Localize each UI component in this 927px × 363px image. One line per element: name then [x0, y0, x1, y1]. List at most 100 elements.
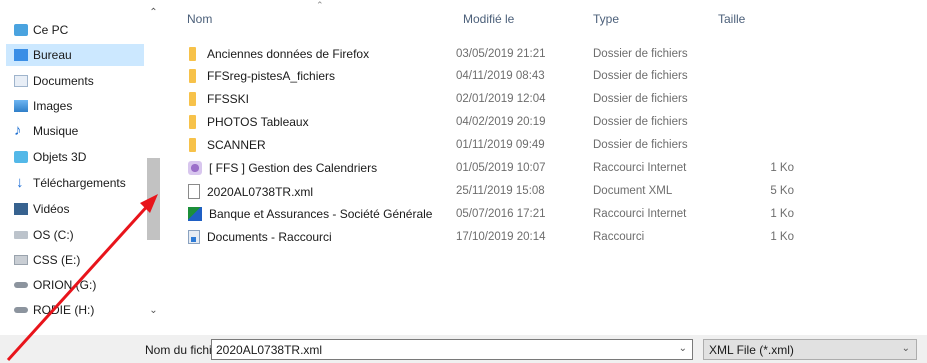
file-row[interactable]: SCANNER 01/11/2019 09:49 Dossier de fich… — [180, 135, 800, 157]
shortcut-icon — [188, 230, 200, 244]
nav-item-orion-g[interactable]: ORION (G:) — [6, 274, 144, 296]
filename-bar: Nom du fichier : 2020AL0738TR.xml ⌄ XML … — [0, 335, 927, 363]
file-row[interactable]: Banque et Assurances - Société Générale … — [180, 204, 800, 226]
downloads-icon — [14, 174, 28, 191]
file-name: [ FFS ] Gestion des Calendriers — [209, 161, 378, 175]
file-modified: 05/07/2016 17:21 — [456, 208, 546, 220]
nav-item-objets-3d[interactable]: Objets 3D — [6, 146, 144, 168]
file-row[interactable]: PHOTOS Tableaux 04/02/2019 20:19 Dossier… — [180, 112, 800, 134]
nav-item-label: Vidéos — [33, 202, 70, 216]
column-header-type[interactable]: Type — [593, 12, 619, 26]
bank-shortcut-icon — [188, 207, 202, 221]
file-type: Raccourci Internet — [593, 162, 687, 174]
file-modified: 02/01/2019 12:04 — [456, 93, 546, 105]
column-header-modified[interactable]: Modifié le — [463, 12, 514, 26]
nav-item-os-c[interactable]: OS (C:) — [6, 224, 144, 246]
file-name: FFSSKI — [207, 92, 250, 106]
nav-item-label: Bureau — [33, 48, 72, 62]
file-name: Banque et Assurances - Société Générale — [209, 207, 433, 221]
file-modified: 03/05/2019 21:21 — [456, 48, 546, 60]
nav-item-label: ORION (G:) — [33, 278, 97, 292]
pictures-icon — [14, 100, 28, 112]
navigation-pane: Ce PC Bureau Documents Images Musique Ob… — [0, 0, 163, 335]
file-type: Dossier de fichiers — [593, 70, 688, 82]
videos-icon — [14, 203, 28, 215]
file-row[interactable]: FFSSKI 02/01/2019 12:04 Dossier de fichi… — [180, 89, 800, 111]
file-modified: 04/02/2019 20:19 — [456, 116, 546, 128]
file-type: Document XML — [593, 185, 673, 197]
file-row[interactable]: Documents - Raccourci 17/10/2019 20:14 R… — [180, 227, 800, 249]
file-modified: 25/11/2019 15:08 — [456, 185, 545, 197]
sort-caret-icon: ⌃ — [316, 0, 324, 10]
scrollbar-thumb[interactable] — [147, 158, 160, 240]
file-row[interactable]: [ FFS ] Gestion des Calendriers 01/05/20… — [180, 158, 800, 180]
music-icon — [14, 122, 28, 139]
nav-item-label: Documents — [33, 74, 94, 88]
nav-item-label: RODIE (H:) — [33, 303, 95, 317]
file-size: 5 Ko — [770, 185, 794, 197]
file-type: Dossier de fichiers — [593, 116, 688, 128]
file-modified: 01/11/2019 09:49 — [456, 139, 545, 151]
3d-objects-icon — [14, 151, 28, 163]
file-type: Raccourci — [593, 231, 645, 243]
filename-value[interactable]: 2020AL0738TR.xml — [216, 343, 322, 357]
filename-input[interactable]: 2020AL0738TR.xml ⌄ — [211, 339, 693, 360]
desktop-icon — [14, 49, 28, 61]
nav-item-rodie-h[interactable]: RODIE (H:) — [6, 299, 144, 321]
file-size: 1 Ko — [770, 231, 794, 243]
file-name: FFSreg-pistesA_fichiers — [207, 69, 336, 83]
file-size: 1 Ko — [770, 208, 794, 220]
documents-icon — [14, 75, 28, 87]
folder-icon — [189, 47, 196, 61]
nav-item-css-e[interactable]: CSS (E:) — [6, 249, 144, 271]
file-type: Dossier de fichiers — [593, 48, 688, 60]
nav-item-telechargements[interactable]: Téléchargements — [6, 172, 144, 194]
folder-icon — [189, 138, 196, 152]
file-name: PHOTOS Tableaux — [207, 115, 309, 129]
column-header-name[interactable]: Nom — [187, 12, 212, 26]
file-name: SCANNER — [207, 138, 266, 152]
nav-item-musique[interactable]: Musique — [6, 120, 144, 142]
nav-item-bureau[interactable]: Bureau — [6, 44, 144, 66]
scroll-up-icon[interactable]: ⌃ — [145, 6, 162, 20]
drive-icon — [14, 255, 28, 265]
nav-item-images[interactable]: Images — [6, 95, 144, 117]
filetype-value[interactable]: XML File (*.xml) — [709, 343, 794, 357]
nav-item-label: Objets 3D — [33, 150, 87, 164]
nav-item-label: CSS (E:) — [33, 253, 81, 267]
nav-item-documents[interactable]: Documents — [6, 70, 144, 92]
internet-shortcut-icon — [188, 161, 202, 175]
nav-scrollbar[interactable]: ⌃ ⌄ — [145, 6, 162, 318]
file-name: Documents - Raccourci — [207, 230, 332, 244]
file-modified: 17/10/2019 20:14 — [456, 231, 546, 243]
nav-item-label: Ce PC — [33, 23, 69, 37]
file-modified: 04/11/2019 08:43 — [456, 70, 545, 82]
file-row[interactable]: FFSreg-pistesA_fichiers 04/11/2019 08:43… — [180, 66, 800, 88]
column-header-size[interactable]: Taille — [718, 12, 745, 26]
network-drive-icon — [14, 282, 28, 288]
file-row[interactable]: 2020AL0738TR.xml 25/11/2019 15:08 Docume… — [180, 181, 800, 203]
chevron-down-icon[interactable]: ⌄ — [902, 343, 910, 354]
file-type: Dossier de fichiers — [593, 139, 688, 151]
file-name: 2020AL0738TR.xml — [207, 184, 314, 199]
file-name: Anciennes données de Firefox — [207, 47, 370, 61]
file-type: Raccourci Internet — [593, 208, 687, 220]
nav-item-label: Téléchargements — [33, 176, 126, 190]
nav-item-label: Images — [33, 99, 73, 113]
drive-icon — [14, 231, 28, 239]
nav-item-videos[interactable]: Vidéos — [6, 198, 144, 220]
chevron-down-icon[interactable]: ⌄ — [679, 343, 687, 354]
file-row[interactable]: Anciennes données de Firefox 03/05/2019 … — [180, 44, 800, 66]
filetype-select[interactable]: XML File (*.xml) ⌄ — [703, 339, 917, 360]
nav-item-label: Musique — [33, 124, 79, 138]
folder-icon — [189, 69, 196, 83]
nav-item-label: OS (C:) — [33, 228, 74, 242]
folder-icon — [189, 92, 196, 106]
xml-file-icon — [188, 184, 200, 199]
nav-item-ce-pc[interactable]: Ce PC — [6, 19, 144, 41]
computer-icon — [14, 24, 28, 36]
folder-icon — [189, 115, 196, 129]
scroll-down-icon[interactable]: ⌄ — [145, 304, 162, 318]
file-type: Dossier de fichiers — [593, 93, 688, 105]
file-modified: 01/05/2019 10:07 — [456, 162, 546, 174]
